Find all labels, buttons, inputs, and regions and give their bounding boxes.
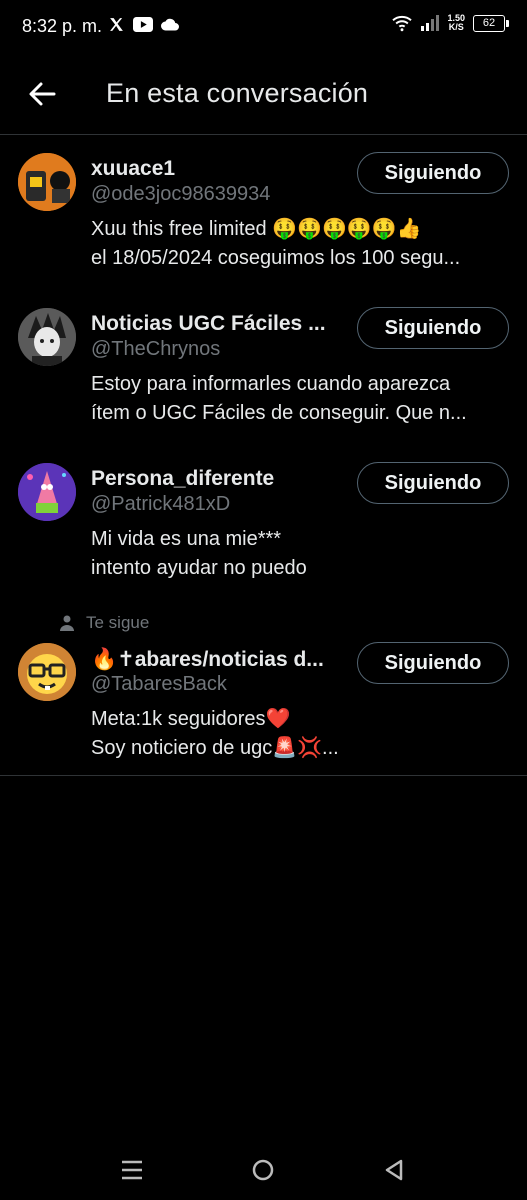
youtube-icon [133, 17, 153, 32]
battery-indicator: 62 [473, 14, 509, 32]
avatar[interactable] [18, 463, 76, 521]
user-name[interactable]: Persona_diferente [91, 467, 274, 491]
user-handle: @TabaresBack [91, 673, 227, 695]
following-button[interactable]: Siguiendo [357, 642, 509, 684]
user-bio: Xuu this free limited 🤑🤑🤑🤑🤑👍 el 18/05/20… [91, 215, 511, 273]
user-handle: @Patrick481xD [91, 493, 231, 515]
user-name[interactable]: Noticias UGC Fáciles ... [91, 312, 326, 336]
user-handle: @TheChrynos [91, 338, 221, 360]
user-bio: Meta:1k seguidores❤️ Soy noticiero de ug… [91, 705, 511, 763]
cloud-icon [161, 18, 179, 31]
bio-line: Estoy para informarles cuando aparezca [91, 373, 451, 395]
list-item-user-3[interactable]: Persona_diferente @Patrick481xD Siguiend… [0, 445, 527, 595]
status-time: 8:32 p. m. [22, 16, 103, 36]
avatar[interactable] [18, 153, 76, 211]
x-logo-icon [110, 18, 123, 31]
bio-line: el 18/05/2024 coseguimos los 100 segu... [91, 247, 461, 269]
signal-icon [421, 15, 440, 31]
list-divider [0, 775, 527, 776]
user-bio: Estoy para informarles cuando aparezca í… [91, 370, 511, 428]
network-speed: 1.50 K/S [447, 14, 465, 32]
home-icon[interactable] [246, 1156, 280, 1184]
bio-line: Mi vida es una mie*** [91, 528, 282, 550]
wifi-icon [392, 15, 413, 32]
bio-line: Xuu this free limited 🤑🤑🤑🤑🤑👍 [91, 218, 422, 240]
bio-line: Soy noticiero de ugc🚨💢... [91, 737, 339, 759]
avatar[interactable] [18, 308, 76, 366]
user-name[interactable]: 🔥✝abares/noticias d... [91, 647, 324, 672]
page-title: En esta conversación [106, 78, 369, 108]
avatar[interactable] [18, 643, 76, 701]
bio-line: ítem o UGC Fáciles de conseguir. Que n..… [91, 402, 467, 424]
system-nav-bar [0, 1140, 527, 1200]
recent-apps-icon[interactable] [115, 1156, 149, 1184]
bio-line: Meta:1k seguidores❤️ [91, 708, 291, 730]
status-right: 1.50 K/S 62 [391, 14, 509, 32]
user-name[interactable]: xuuace1 [91, 157, 175, 181]
header: En esta conversación [0, 56, 527, 135]
net-speed-unit: K/S [448, 22, 464, 32]
notification-icons [108, 16, 179, 33]
list-item-user-1[interactable]: xuuace1 @ode3joc98639934 Siguiendo Xuu t… [0, 135, 527, 285]
list-item-user-4[interactable]: 🔥✝abares/noticias d... @TabaresBack Sigu… [0, 625, 527, 775]
bio-line: intento ayudar no puedo [91, 557, 307, 579]
back-arrow-icon[interactable] [26, 78, 58, 110]
following-button[interactable]: Siguiendo [357, 152, 509, 194]
following-button[interactable]: Siguiendo [357, 307, 509, 349]
user-bio: Mi vida es una mie*** intento ayudar no … [91, 525, 511, 583]
status-bar: 8:32 p. m. 1.50 K/S 62 [0, 0, 527, 56]
following-button[interactable]: Siguiendo [357, 462, 509, 504]
back-nav-icon[interactable] [377, 1156, 411, 1184]
list-item-user-2[interactable]: Noticias UGC Fáciles ... @TheChrynos Sig… [0, 290, 527, 440]
user-handle: @ode3joc98639934 [91, 183, 271, 205]
